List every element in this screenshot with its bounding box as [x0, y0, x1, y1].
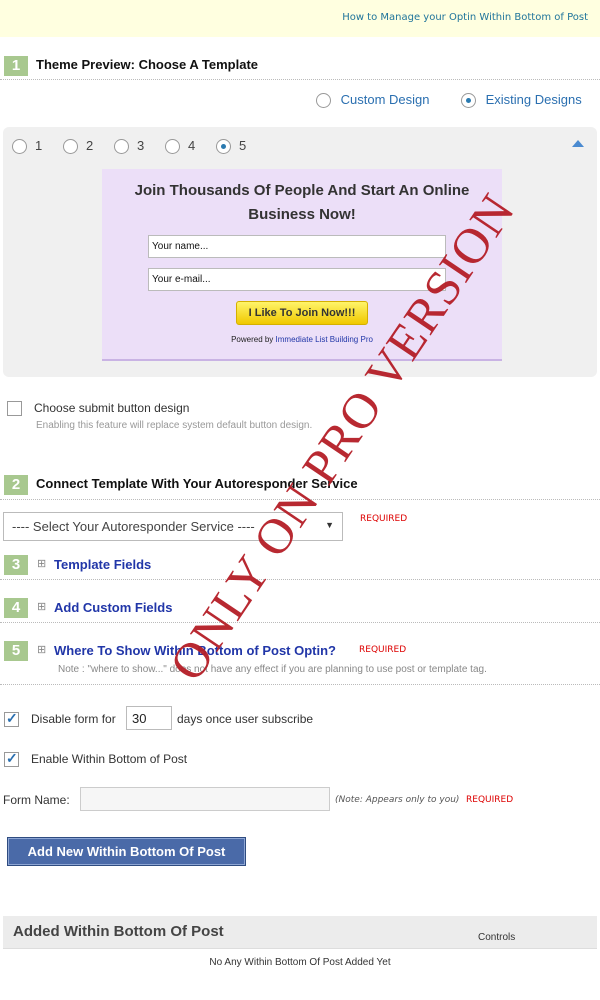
template-option-1[interactable]: 1 — [12, 138, 43, 155]
disable-form-checkbox[interactable] — [4, 710, 19, 727]
empty-list-message: No Any Within Bottom Of Post Added Yet — [209, 957, 391, 968]
step-1-header: 1 Theme Preview: Choose A Template — [0, 54, 600, 80]
template-radio[interactable] — [165, 139, 180, 155]
existing-designs-option[interactable]: Existing Designs — [461, 92, 582, 109]
template-radio[interactable] — [63, 139, 78, 155]
template-label: 4 — [188, 138, 196, 153]
step-number-badge: 5 — [4, 641, 28, 661]
disable-form-label: Disable form for — [31, 712, 116, 726]
template-radio[interactable] — [216, 139, 231, 155]
custom-design-option[interactable]: Custom Design — [316, 92, 430, 109]
custom-design-radio[interactable] — [316, 93, 331, 109]
controls-column-header: Controls — [478, 932, 516, 943]
template-fields-link[interactable]: Template Fields — [54, 557, 151, 572]
where-to-show-note: Note : "where to show..." does not have … — [58, 664, 487, 675]
add-new-button[interactable]: Add New Within Bottom Of Post — [7, 837, 246, 866]
autoresponder-required: REQUIRED — [360, 514, 408, 524]
help-bar: How to Manage your Optin Within Bottom o… — [0, 0, 600, 37]
autoresponder-select-value: ---- Select Your Autoresponder Service -… — [12, 519, 255, 534]
template-option-5[interactable]: 5 — [216, 138, 247, 155]
step-number-badge: 4 — [4, 598, 28, 618]
enable-bottom-label: Enable Within Bottom of Post — [31, 752, 188, 766]
form-name-input[interactable] — [80, 787, 330, 811]
form-name-label: Form Name: — [3, 793, 70, 807]
optin-join-button: I Like To Join Now!!! — [236, 301, 368, 325]
optin-headline: Join Thousands Of People And Start An On… — [134, 182, 470, 223]
existing-designs-radio[interactable] — [461, 93, 476, 109]
template-label: 5 — [239, 138, 247, 153]
dropdown-arrow-icon: ▼ — [325, 520, 334, 530]
collapse-arrow-icon[interactable] — [572, 140, 584, 147]
template-label: 1 — [35, 138, 43, 153]
step-5-header[interactable]: 5 ⊞ Where To Show Within Bottom of Post … — [0, 639, 600, 685]
existing-designs-label: Existing Designs — [485, 92, 582, 107]
enable-bottom-checkbox[interactable] — [4, 750, 19, 767]
step-4-header[interactable]: 4 ⊞ Add Custom Fields — [0, 596, 600, 623]
optin-name-field: Your name... — [148, 235, 446, 258]
submit-design-label: Choose submit button design — [34, 401, 190, 415]
powered-by-link: Immediate List Building Pro — [275, 335, 373, 344]
added-section-title: Added Within Bottom Of Post — [13, 923, 224, 940]
template-radio[interactable] — [12, 139, 27, 155]
template-option-2[interactable]: 2 — [63, 138, 94, 155]
custom-design-label: Custom Design — [340, 92, 430, 107]
disable-form-suffix: days once user subscribe — [177, 712, 314, 726]
submit-design-checkbox[interactable] — [7, 401, 22, 416]
submit-design-note: Enabling this feature will replace syste… — [36, 420, 313, 431]
help-link[interactable]: How to Manage your Optin Within Bottom o… — [342, 12, 588, 23]
expand-icon[interactable]: ⊞ — [37, 643, 46, 656]
step-title: Theme Preview: Choose A Template — [36, 57, 259, 72]
template-label: 3 — [137, 138, 145, 153]
form-name-note: (Note: Appears only to you) — [335, 795, 460, 805]
add-custom-fields-link[interactable]: Add Custom Fields — [54, 600, 172, 615]
where-to-show-required: REQUIRED — [359, 645, 407, 655]
added-section-header: Added Within Bottom Of Post Controls — [3, 916, 597, 949]
step-number-badge: 3 — [4, 555, 28, 575]
step-3-header[interactable]: 3 ⊞ Template Fields — [0, 553, 600, 580]
powered-by-label: Powered by — [231, 335, 274, 344]
template-option-3[interactable]: 3 — [114, 138, 145, 155]
template-radio[interactable] — [114, 139, 129, 155]
template-label: 2 — [86, 138, 94, 153]
expand-icon[interactable]: ⊞ — [37, 557, 46, 570]
template-option-4[interactable]: 4 — [165, 138, 196, 155]
disable-days-input[interactable]: 30 — [126, 706, 172, 730]
step-number-badge: 2 — [4, 475, 28, 495]
expand-icon[interactable]: ⊞ — [37, 600, 46, 613]
template-preview-panel: 1 2 3 4 5 Join Thousands Of People And S… — [3, 127, 597, 377]
form-name-required: REQUIRED — [466, 795, 514, 805]
step-number-badge: 1 — [4, 56, 28, 76]
optin-email-field: Your e-mail... — [148, 268, 446, 291]
